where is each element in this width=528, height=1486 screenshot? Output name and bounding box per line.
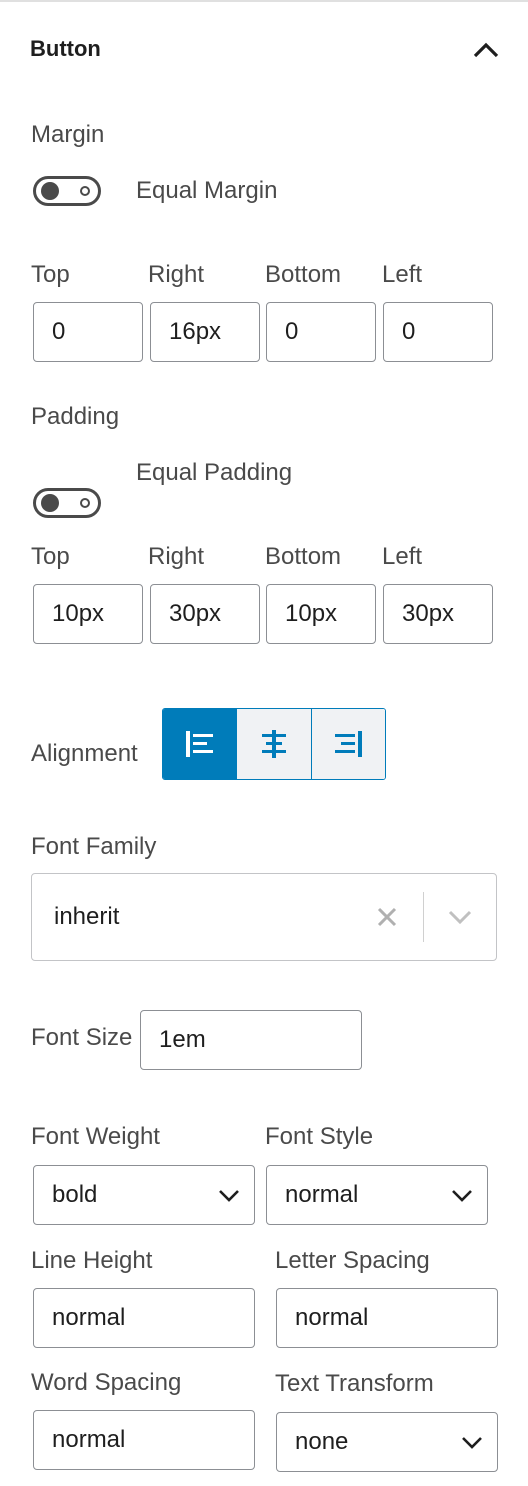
collapse-button[interactable] bbox=[466, 30, 506, 70]
dropdown-toggle[interactable] bbox=[424, 897, 496, 937]
chevron-up-icon bbox=[473, 42, 499, 58]
font-family-select[interactable]: inherit bbox=[31, 873, 497, 961]
padding-left-input[interactable]: 30px bbox=[383, 584, 493, 644]
margin-right-input[interactable]: 16px bbox=[150, 302, 260, 362]
toggle-knob bbox=[41, 182, 59, 200]
line-height-label: Line Height bbox=[31, 1247, 153, 1274]
align-center-button[interactable] bbox=[236, 709, 311, 779]
chevron-down-icon bbox=[452, 1189, 472, 1202]
letter-spacing-label: Letter Spacing bbox=[275, 1247, 430, 1274]
toggle-off-indicator bbox=[80, 498, 90, 508]
padding-bottom-label: Bottom bbox=[265, 543, 342, 570]
alignment-button-group bbox=[162, 708, 386, 780]
chevron-down-icon bbox=[219, 1189, 239, 1202]
word-spacing-label: Word Spacing bbox=[31, 1369, 182, 1396]
equal-margin-label: Equal Margin bbox=[136, 177, 278, 204]
font-weight-select[interactable]: bold bbox=[33, 1165, 255, 1225]
word-spacing-input[interactable]: normal bbox=[33, 1410, 255, 1470]
font-style-select[interactable]: normal bbox=[266, 1165, 488, 1225]
margin-label: Margin bbox=[31, 121, 105, 148]
font-style-label: Font Style bbox=[265, 1123, 374, 1150]
margin-left-label: Left bbox=[382, 261, 423, 288]
align-right-icon bbox=[335, 731, 363, 757]
padding-top-label: Top bbox=[31, 543, 70, 570]
margin-bottom-label: Bottom bbox=[265, 261, 342, 288]
font-family-value: inherit bbox=[54, 903, 120, 930]
chevron-down-icon bbox=[462, 1436, 482, 1449]
padding-top-input[interactable]: 10px bbox=[33, 584, 143, 644]
padding-label: Padding bbox=[31, 403, 120, 430]
letter-spacing-input[interactable]: normal bbox=[276, 1288, 498, 1348]
padding-right-label: Right bbox=[148, 543, 205, 570]
margin-top-label: Top bbox=[31, 261, 70, 288]
margin-right-label: Right bbox=[148, 261, 205, 288]
equal-padding-toggle[interactable] bbox=[33, 488, 101, 518]
font-weight-value: bold bbox=[52, 1181, 98, 1208]
text-transform-select[interactable]: none bbox=[276, 1412, 498, 1472]
font-style-value: normal bbox=[285, 1181, 359, 1208]
margin-bottom-input[interactable]: 0 bbox=[266, 302, 376, 362]
padding-left-label: Left bbox=[382, 543, 423, 570]
text-transform-value: none bbox=[295, 1428, 349, 1455]
close-icon bbox=[377, 907, 396, 927]
padding-right-input[interactable]: 30px bbox=[150, 584, 260, 644]
font-family-label: Font Family bbox=[31, 833, 157, 860]
panel-top-divider bbox=[0, 0, 528, 2]
chevron-down-icon bbox=[448, 910, 472, 924]
margin-top-input[interactable]: 0 bbox=[33, 302, 143, 362]
panel-title: Button bbox=[30, 36, 101, 61]
text-transform-label: Text Transform bbox=[275, 1370, 434, 1397]
padding-bottom-input[interactable]: 10px bbox=[266, 584, 376, 644]
align-center-icon bbox=[261, 730, 286, 758]
clear-button[interactable] bbox=[367, 897, 407, 937]
align-left-button[interactable] bbox=[163, 709, 237, 779]
align-left-icon bbox=[185, 731, 213, 757]
font-size-label: Font Size bbox=[31, 1024, 133, 1051]
toggle-knob bbox=[41, 494, 59, 512]
alignment-label: Alignment bbox=[31, 740, 138, 767]
font-size-input[interactable]: 1em bbox=[140, 1010, 362, 1070]
font-weight-label: Font Weight bbox=[31, 1123, 160, 1150]
equal-padding-label: Equal Padding bbox=[136, 459, 293, 486]
margin-left-input[interactable]: 0 bbox=[383, 302, 493, 362]
align-right-button[interactable] bbox=[310, 709, 385, 779]
toggle-off-indicator bbox=[80, 186, 90, 196]
line-height-input[interactable]: normal bbox=[33, 1288, 255, 1348]
equal-margin-toggle[interactable] bbox=[33, 176, 101, 206]
